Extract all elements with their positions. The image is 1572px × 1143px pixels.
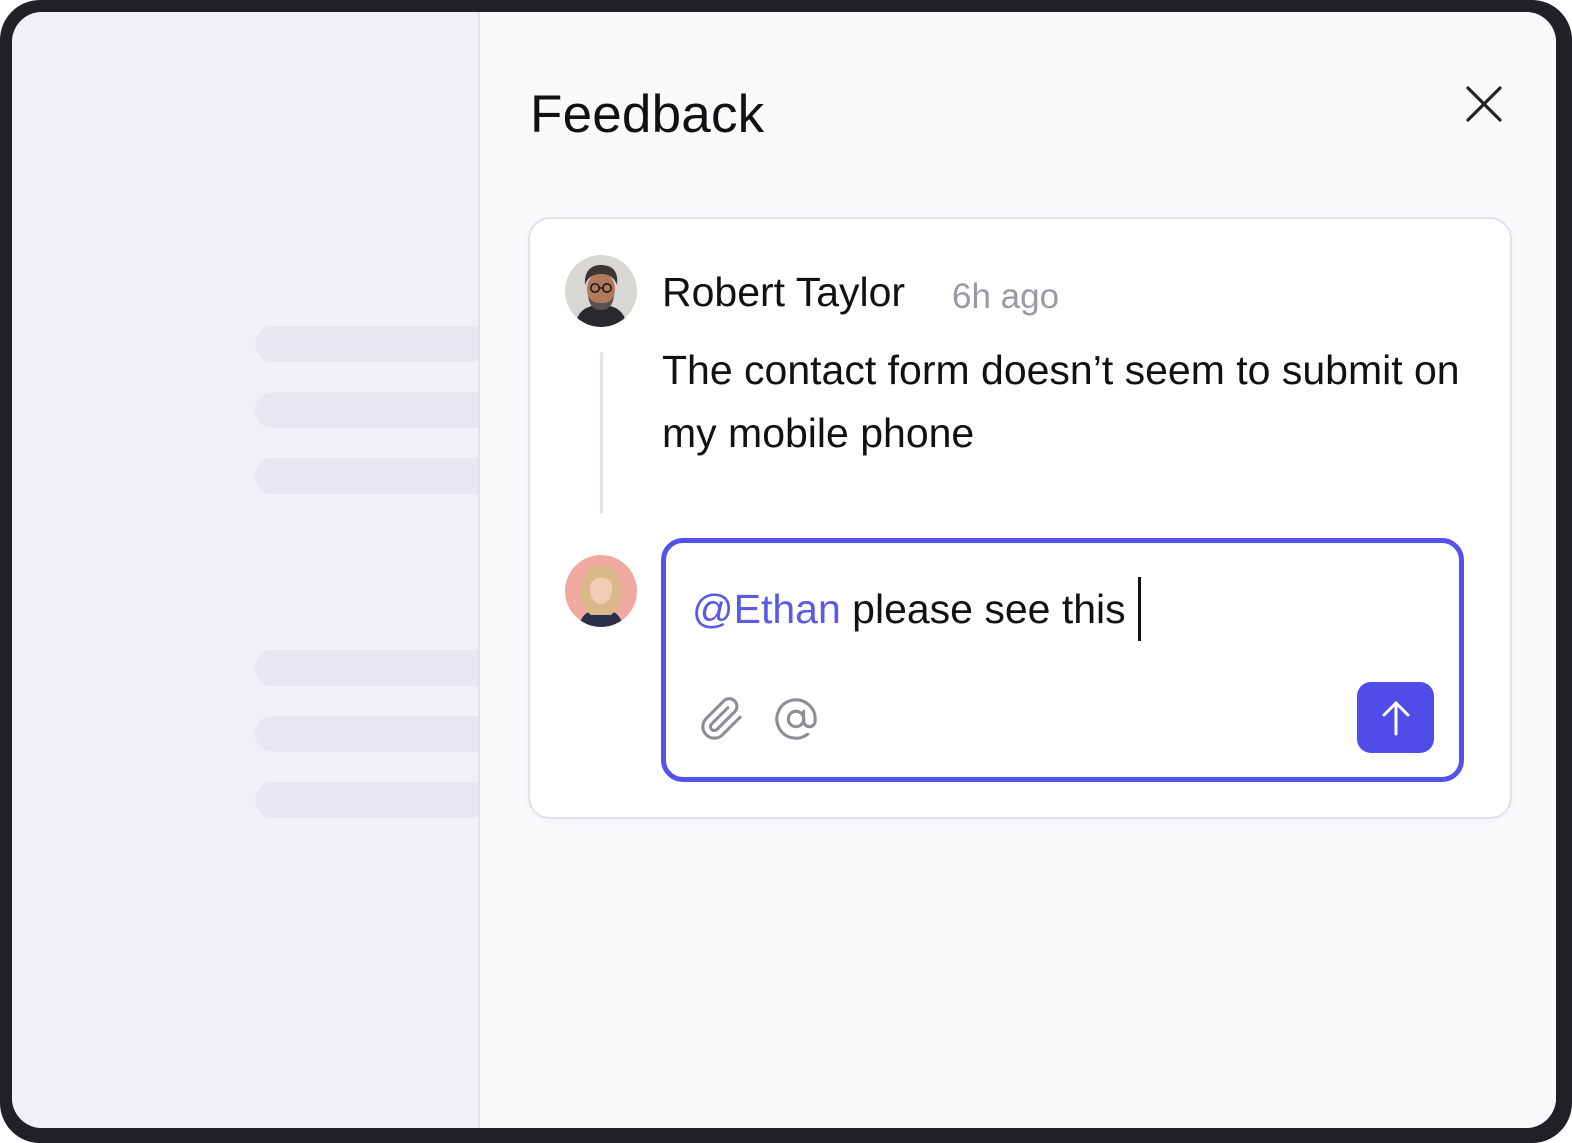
text-caret [1137,577,1141,641]
thread-line [600,352,603,514]
close-button[interactable] [1464,84,1504,124]
comment-card: Robert Taylor 6h ago The contact form do… [528,217,1512,819]
comment-time: 6h ago [952,277,1060,316]
reply-text-content: please see this [840,585,1126,632]
reply-input[interactable]: @Ethan please see this [661,538,1464,782]
at-sign-icon [775,698,817,740]
panel-title: Feedback [530,85,765,144]
comment-author: Robert Taylor [662,269,906,315]
arrow-up-icon [1382,701,1409,735]
skeleton-line [255,392,495,428]
skeleton-line [255,650,495,686]
mention-tag: @Ethan [692,585,841,632]
author-avatar [565,255,637,327]
skeleton-line [255,782,495,818]
user-avatar [565,555,637,627]
comment-message: The contact form doesn’t seem to submit … [662,347,1460,456]
mention-button[interactable] [773,696,819,742]
feedback-panel: Feedback Robert Taylor 6h ago The contac… [478,12,1556,1128]
skeleton-line [255,326,495,362]
screen: Feedback Robert Taylor 6h ago The contac… [12,12,1556,1128]
attach-button[interactable] [699,696,745,742]
device-frame: Feedback Robert Taylor 6h ago The contac… [0,0,1572,1143]
send-button[interactable] [1357,682,1434,753]
reply-text[interactable]: @Ethan please see this [692,577,1141,641]
paperclip-icon [701,697,742,740]
skeleton-line [255,716,495,752]
background-page [12,12,495,1128]
skeleton-line [255,458,495,494]
close-icon [1466,86,1502,122]
